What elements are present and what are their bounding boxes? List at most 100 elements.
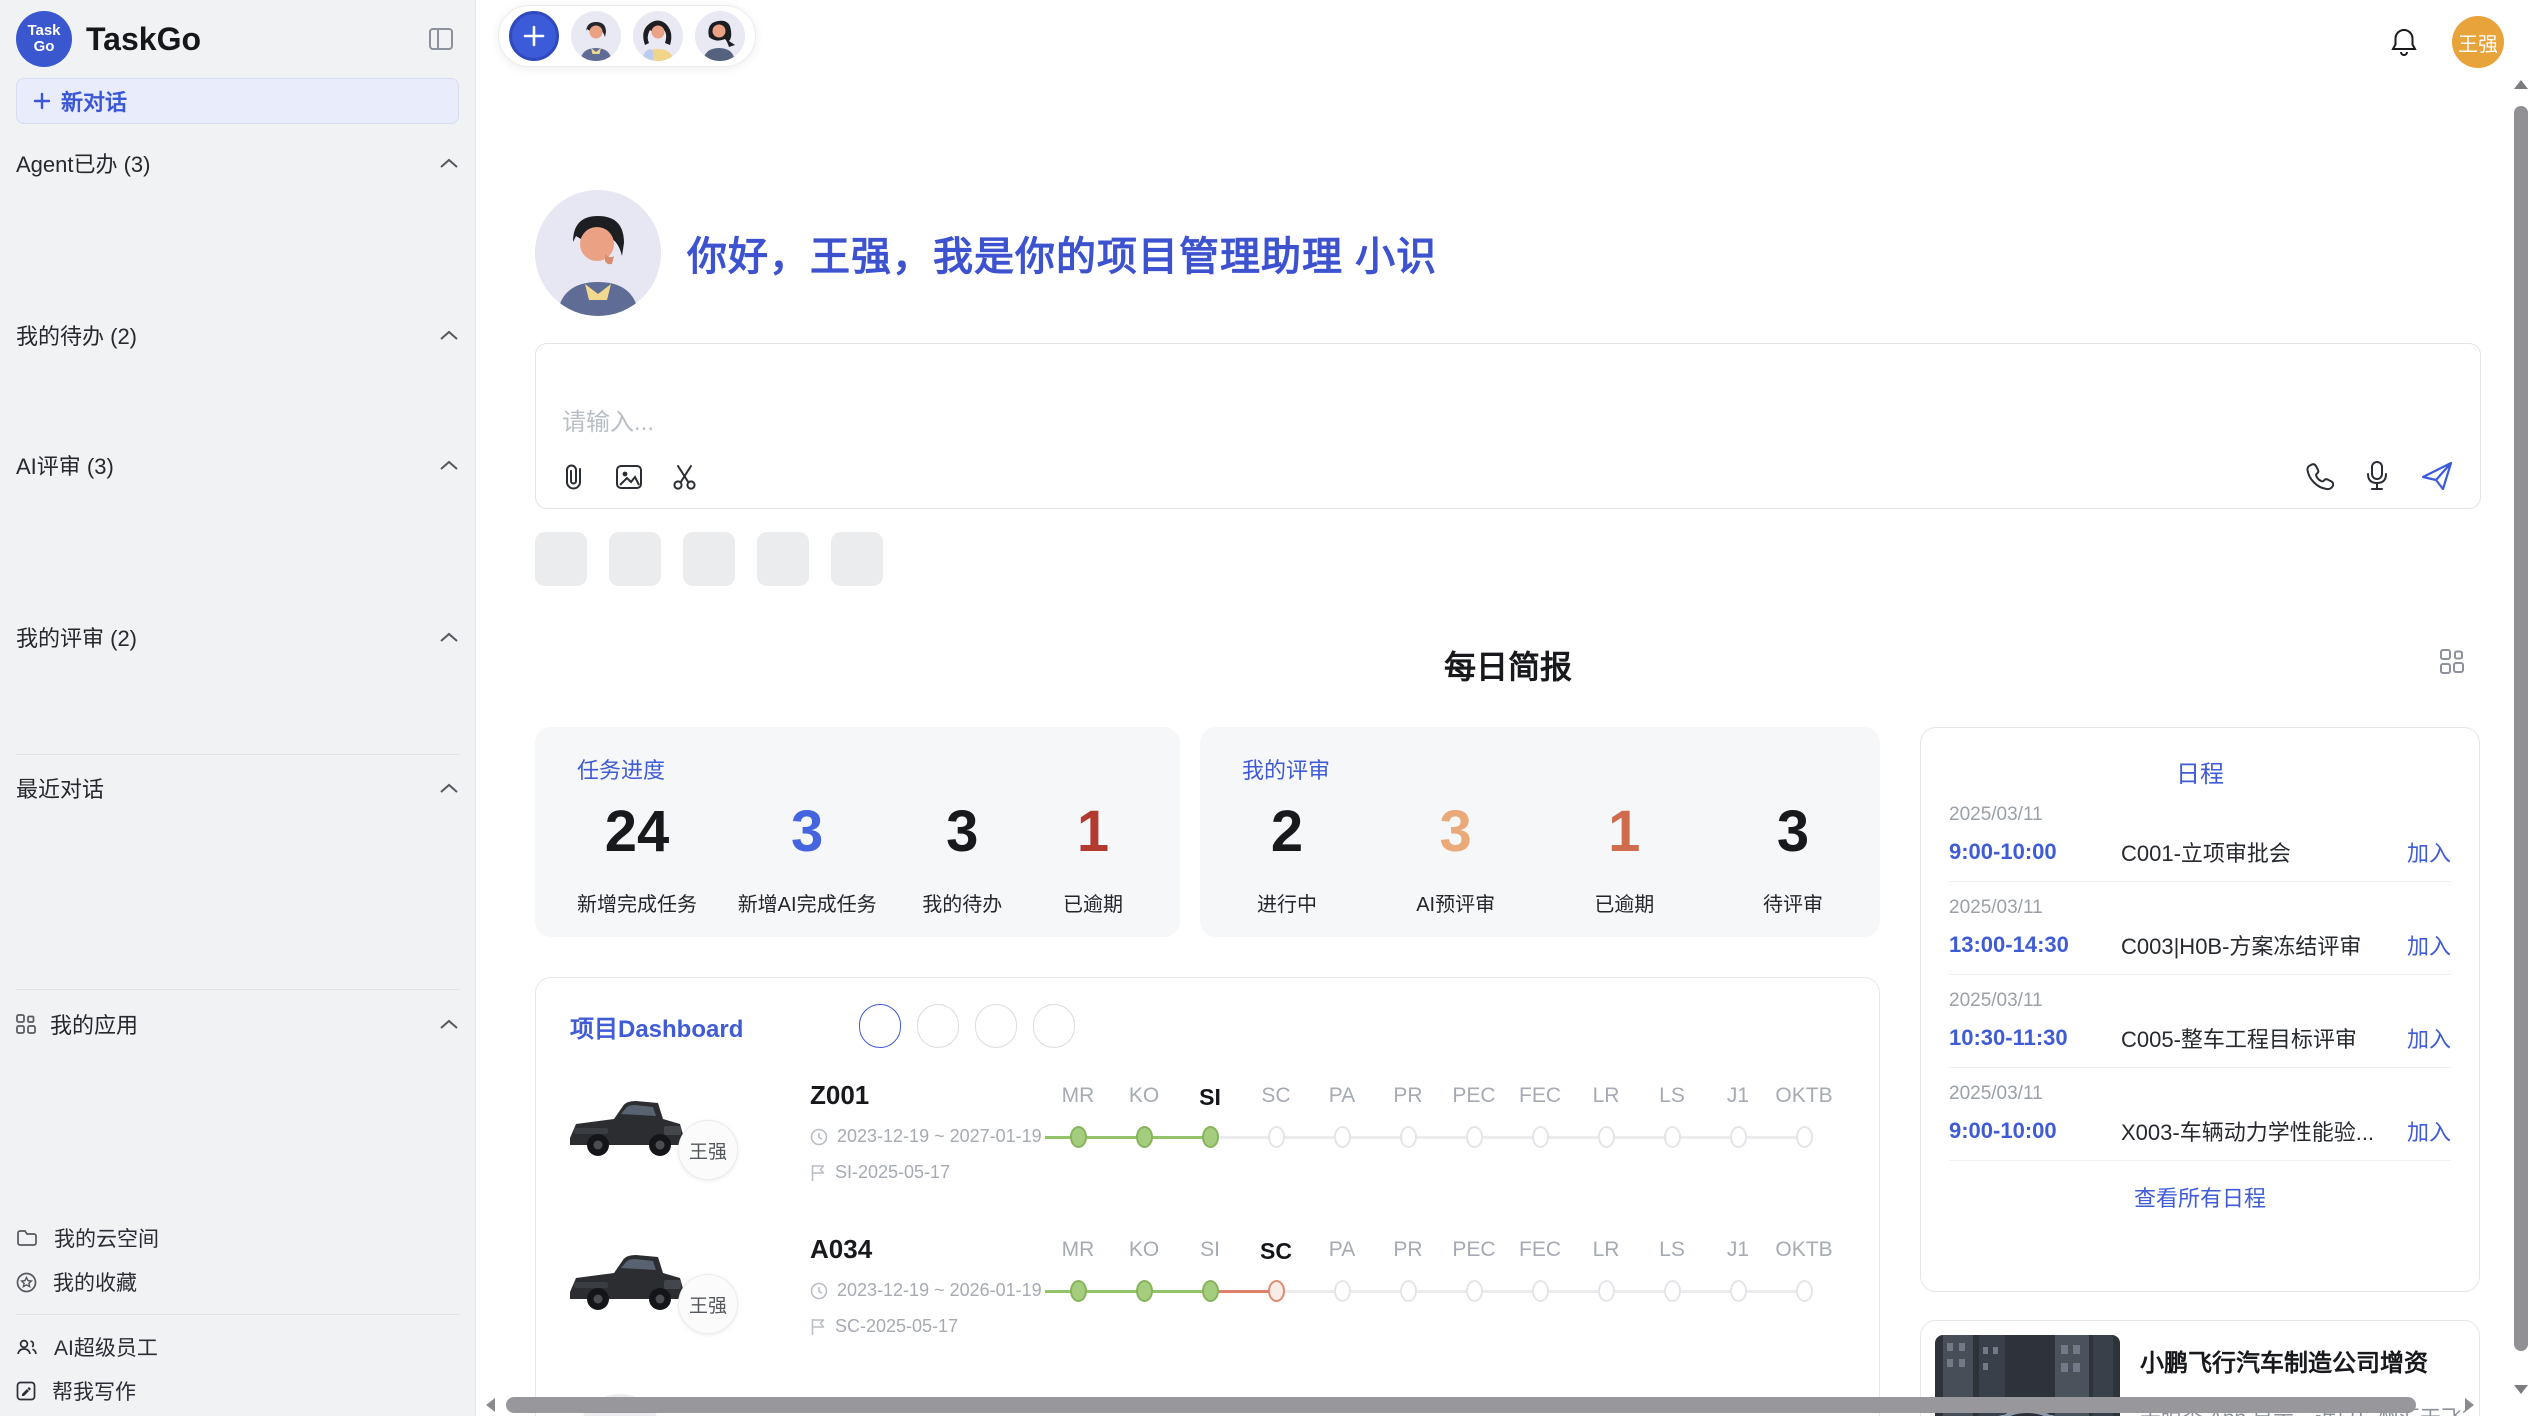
scissors-icon[interactable] bbox=[670, 462, 700, 492]
horizontal-scroll-thumb[interactable] bbox=[506, 1397, 2416, 1413]
milestone-dot[interactable] bbox=[1400, 1280, 1417, 1302]
milestone-dot[interactable] bbox=[1070, 1280, 1087, 1302]
milestone-dot[interactable] bbox=[1532, 1126, 1549, 1148]
user-avatar[interactable]: 王强 bbox=[2452, 16, 2504, 68]
dashboard-filter[interactable] bbox=[1033, 1004, 1075, 1048]
milestone-dot[interactable] bbox=[1400, 1126, 1417, 1148]
new-chat-button[interactable]: 新对话 bbox=[16, 78, 459, 124]
join-link[interactable]: 加入 bbox=[2407, 929, 2451, 961]
milestone-dot[interactable] bbox=[1136, 1280, 1153, 1302]
avatar[interactable] bbox=[633, 11, 683, 61]
sidebar-item-cloud-space[interactable]: 我的云空间 bbox=[16, 1216, 459, 1260]
my-apps-subitem[interactable] bbox=[16, 1090, 459, 1132]
sidebar-item[interactable] bbox=[16, 186, 459, 228]
milestone-dot[interactable] bbox=[1202, 1280, 1219, 1302]
milestone-dot[interactable] bbox=[1466, 1126, 1483, 1148]
topbar-right: 王强 bbox=[2390, 16, 2504, 68]
sidebar-item[interactable] bbox=[16, 572, 459, 614]
my-apps-subitem[interactable] bbox=[16, 1048, 459, 1090]
milestone-dot[interactable] bbox=[1268, 1280, 1285, 1302]
project-code: A034 bbox=[810, 1234, 1045, 1265]
sidebar-item[interactable] bbox=[16, 488, 459, 530]
image-icon[interactable] bbox=[614, 462, 644, 492]
scroll-left-arrow[interactable] bbox=[486, 1398, 495, 1412]
sidebar-item-ai-super-staff[interactable]: AI超级员工 bbox=[16, 1325, 459, 1369]
milestone-dot[interactable] bbox=[1070, 1126, 1087, 1148]
milestone-dot[interactable] bbox=[1532, 1280, 1549, 1302]
sidebar-item-help-me-write[interactable]: 帮我写作 bbox=[16, 1369, 459, 1413]
write-icon bbox=[16, 1381, 36, 1401]
avatar[interactable] bbox=[571, 11, 621, 61]
sidebar-group-header[interactable]: 我的评审 (2) bbox=[16, 614, 459, 660]
sidebar-scroll-area[interactable]: Agent已办 (3) 我的待办 (2) AI评审 (3) 我的评审 (2) 最… bbox=[16, 140, 459, 1416]
milestone-dot[interactable] bbox=[1730, 1280, 1747, 1302]
send-icon[interactable] bbox=[2420, 460, 2454, 492]
sidebar-item[interactable] bbox=[16, 702, 459, 744]
sidebar-group-header[interactable]: Agent已办 (3) bbox=[16, 140, 459, 186]
sidebar-item[interactable] bbox=[16, 937, 459, 979]
milestone-dot[interactable] bbox=[1136, 1126, 1153, 1148]
sidebar-item[interactable] bbox=[16, 895, 459, 937]
sidebar-item[interactable] bbox=[16, 811, 459, 853]
scroll-right-arrow[interactable] bbox=[2465, 1398, 2474, 1412]
phone-call-icon[interactable] bbox=[2304, 461, 2334, 491]
sidebar-item-my-apps[interactable]: 我的应用 bbox=[16, 1000, 459, 1048]
sidebar-item[interactable] bbox=[16, 400, 459, 442]
suggestion-chip[interactable] bbox=[609, 532, 661, 586]
horizontal-scrollbar[interactable] bbox=[484, 1397, 2476, 1413]
dashboard-filter[interactable] bbox=[917, 1004, 959, 1048]
milestone-dot[interactable] bbox=[1202, 1126, 1219, 1148]
sidebar-item[interactable] bbox=[16, 530, 459, 572]
scroll-up-arrow[interactable] bbox=[2514, 80, 2528, 89]
milestone-dot[interactable] bbox=[1466, 1280, 1483, 1302]
suggestion-chip[interactable] bbox=[683, 532, 735, 586]
project-row[interactable]: 王强 Z001 2023-12-19 ~ 2027-01-19 SI-2025-… bbox=[560, 1076, 1855, 1202]
vertical-scrollbar[interactable] bbox=[2514, 76, 2528, 1396]
milestone-dot[interactable] bbox=[1334, 1126, 1351, 1148]
dashboard-filter[interactable] bbox=[859, 1004, 901, 1048]
notification-bell-icon[interactable] bbox=[2390, 27, 2418, 57]
view-all-schedule-link[interactable]: 查看所有日程 bbox=[1949, 1181, 2451, 1213]
project-list: 王强 Z001 2023-12-19 ~ 2027-01-19 SI-2025-… bbox=[560, 1076, 1855, 1416]
project-row[interactable]: 王强 A034 2023-12-19 ~ 2026-01-19 SC-2025-… bbox=[560, 1230, 1855, 1356]
milestone-dot[interactable] bbox=[1730, 1126, 1747, 1148]
milestone-label: FEC bbox=[1507, 1238, 1573, 1276]
suggestion-chip[interactable] bbox=[831, 532, 883, 586]
add-session-button[interactable] bbox=[509, 11, 559, 61]
milestone-dot[interactable] bbox=[1664, 1280, 1681, 1302]
sidebar-group-header[interactable]: 最近对话 bbox=[16, 765, 459, 811]
avatar[interactable] bbox=[695, 11, 745, 61]
attachment-icon[interactable] bbox=[560, 462, 588, 492]
layout-grid-icon[interactable] bbox=[2437, 646, 2467, 676]
sidebar-group-header[interactable]: 我的待办 (2) bbox=[16, 312, 459, 358]
microphone-icon[interactable] bbox=[2364, 460, 2390, 492]
milestone-dot[interactable] bbox=[1796, 1280, 1813, 1302]
sidebar-item-favorites[interactable]: 我的收藏 bbox=[16, 1260, 459, 1304]
my-apps-subitem[interactable] bbox=[16, 1132, 459, 1174]
chat-input[interactable] bbox=[562, 402, 2162, 466]
sidebar-item[interactable] bbox=[16, 228, 459, 270]
sidebar-group-header[interactable]: AI评审 (3) bbox=[16, 442, 459, 488]
join-link[interactable]: 加入 bbox=[2407, 1022, 2451, 1054]
suggestion-chip[interactable] bbox=[535, 532, 587, 586]
milestone-dot[interactable] bbox=[1796, 1126, 1813, 1148]
join-link[interactable]: 加入 bbox=[2407, 1115, 2451, 1147]
sidebar-item[interactable] bbox=[16, 358, 459, 400]
scroll-down-arrow[interactable] bbox=[2514, 1385, 2528, 1394]
milestone-dot[interactable] bbox=[1598, 1280, 1615, 1302]
vertical-scroll-thumb[interactable] bbox=[2514, 106, 2528, 1351]
dashboard-filter[interactable] bbox=[975, 1004, 1017, 1048]
help-me-write-label: 帮我写作 bbox=[52, 1376, 136, 1406]
sidebar-item[interactable] bbox=[16, 853, 459, 895]
sidebar-item[interactable] bbox=[16, 270, 459, 312]
milestone-dot[interactable] bbox=[1334, 1280, 1351, 1302]
milestone-dot[interactable] bbox=[1664, 1126, 1681, 1148]
milestone-dot[interactable] bbox=[1268, 1126, 1285, 1148]
flag-icon bbox=[810, 1318, 826, 1336]
join-link[interactable]: 加入 bbox=[2407, 836, 2451, 868]
my-apps-subitem[interactable] bbox=[16, 1174, 459, 1216]
suggestion-chip[interactable] bbox=[757, 532, 809, 586]
sidebar-item[interactable] bbox=[16, 660, 459, 702]
milestone-dot[interactable] bbox=[1598, 1126, 1615, 1148]
collapse-sidebar-icon[interactable] bbox=[423, 21, 459, 57]
